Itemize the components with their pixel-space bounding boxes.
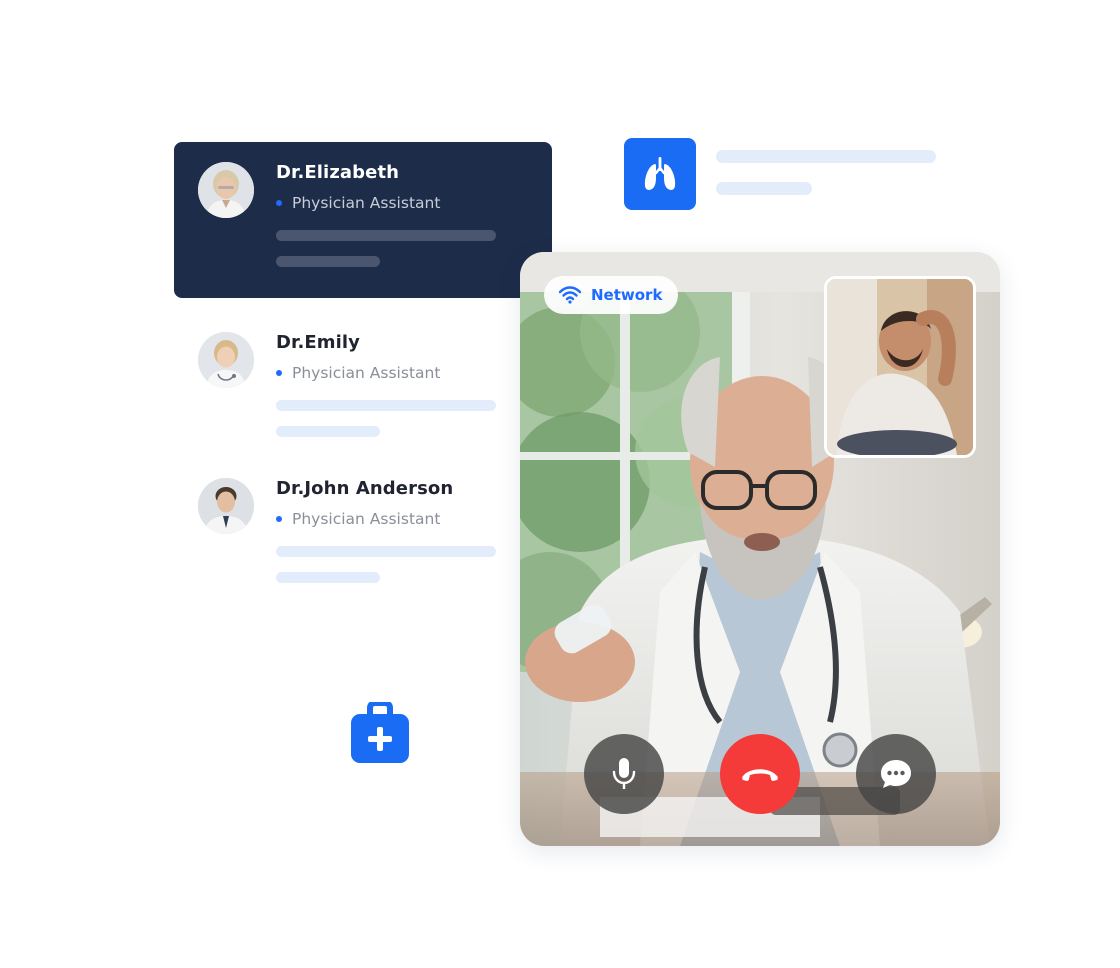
doctor-role: Physician Assistant	[292, 194, 441, 212]
doctor-card-john-anderson[interactable]: Dr.John Anderson Physician Assistant	[174, 458, 552, 614]
status-dot	[276, 200, 282, 206]
placeholder-line	[276, 572, 380, 583]
placeholder-line	[716, 182, 812, 195]
avatar	[198, 478, 254, 534]
doctor-role-row: Physician Assistant	[276, 194, 440, 212]
status-dot	[276, 516, 282, 522]
wifi-icon	[558, 286, 582, 304]
doctor-role-row: Physician Assistant	[276, 364, 440, 382]
placeholder-line	[276, 546, 496, 557]
doctor-name: Dr.Emily	[276, 332, 361, 353]
doctor-role-row: Physician Assistant	[276, 510, 440, 528]
network-label: Network	[591, 286, 663, 304]
status-dot	[276, 370, 282, 376]
video-call-window[interactable]: Network	[520, 252, 1000, 846]
doctor-role: Physician Assistant	[292, 364, 441, 382]
chat-button[interactable]	[856, 734, 936, 814]
doctor-card-emily[interactable]: Dr.Emily Physician Assistant	[174, 312, 552, 468]
doctor-name: Dr.Elizabeth	[276, 162, 400, 183]
placeholder-line	[716, 150, 936, 163]
avatar	[198, 332, 254, 388]
avatar	[198, 162, 254, 218]
placeholder-line	[276, 400, 496, 411]
mute-microphone-button[interactable]	[584, 734, 664, 814]
patient-video-thumbnail[interactable]	[824, 276, 976, 458]
doctor-role: Physician Assistant	[292, 510, 441, 528]
network-status-badge: Network	[544, 276, 679, 314]
telemedicine-illustration: Dr.Elizabeth Physician Assistant Dr.Emil…	[0, 0, 1120, 968]
chat-bubble-icon	[881, 760, 911, 788]
end-call-button[interactable]	[720, 734, 800, 814]
placeholder-line	[276, 426, 380, 437]
placeholder-line	[276, 256, 380, 267]
doctor-card-elizabeth[interactable]: Dr.Elizabeth Physician Assistant	[174, 142, 552, 298]
placeholder-line	[276, 230, 496, 241]
doctor-name: Dr.John Anderson	[276, 478, 454, 499]
lungs-tile	[624, 138, 696, 210]
phone-hangup-icon	[742, 769, 778, 781]
medical-kit-icon	[350, 700, 410, 764]
lungs-icon	[644, 157, 676, 190]
microphone-icon	[612, 758, 636, 789]
patient-video-feed	[827, 279, 973, 455]
